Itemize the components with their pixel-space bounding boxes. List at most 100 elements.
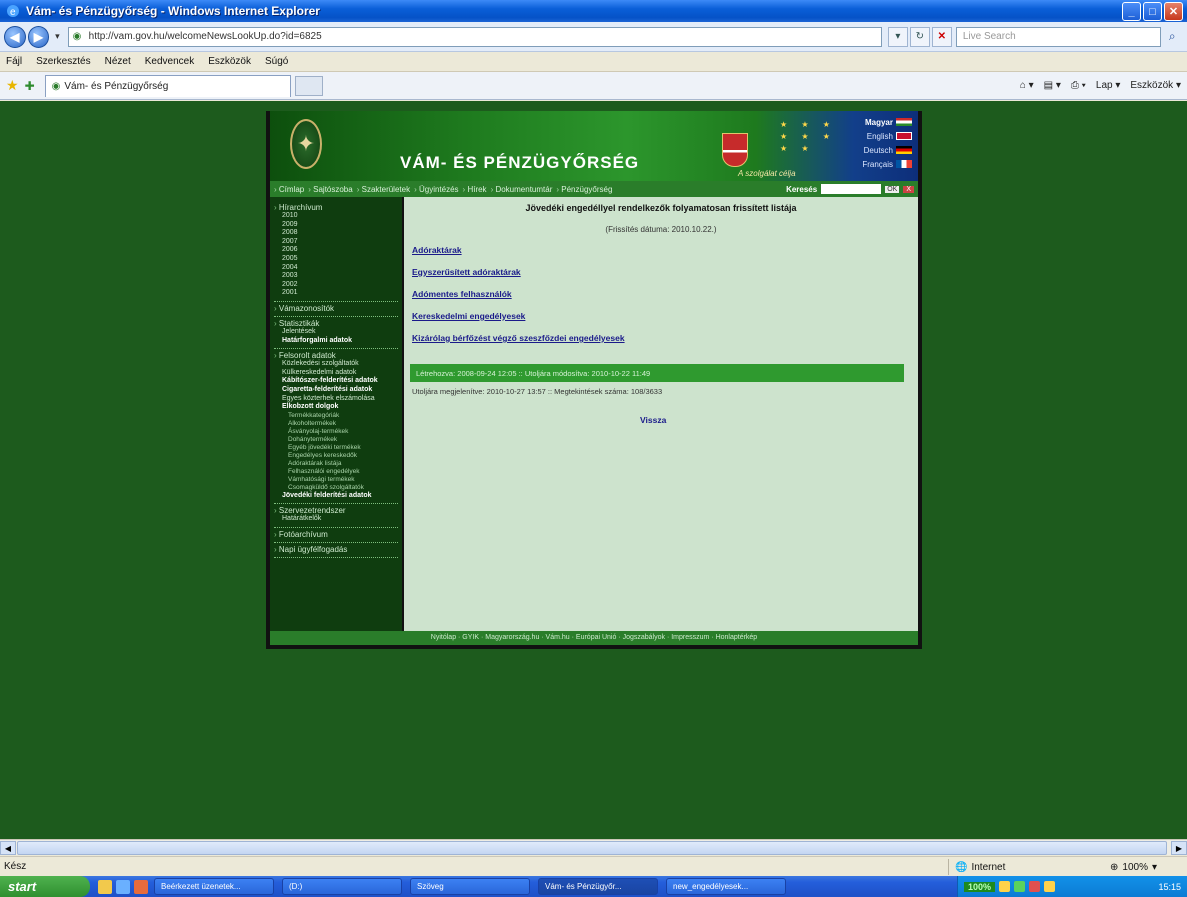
- tab-current[interactable]: ◉ Vám- és Pénzügyőrség: [44, 74, 291, 97]
- search-input[interactable]: Live Search: [955, 26, 1162, 47]
- security-zone[interactable]: 🌐 Internet: [948, 859, 1058, 875]
- link-distillery-licensees[interactable]: Kizárólag bérfőzést végző szeszfőzdei en…: [412, 333, 625, 343]
- page-menu[interactable]: Lap ▾: [1096, 80, 1121, 91]
- zoom-control[interactable]: ⊕ 100% ▾: [1110, 859, 1157, 875]
- tray-antivirus-icon[interactable]: [1014, 881, 1026, 892]
- horizontal-scrollbar[interactable]: ◀ ▶: [0, 839, 1187, 855]
- tray-alert-icon[interactable]: [1029, 881, 1041, 892]
- sidebar-lists-item[interactable]: Egyes közterhek elszámolása: [274, 395, 398, 404]
- taskbar-item[interactable]: Beérkezett üzenetek...: [154, 878, 274, 895]
- back-link[interactable]: Vissza: [640, 415, 666, 425]
- scroll-thumb[interactable]: [17, 841, 1167, 855]
- tray-network-icon[interactable]: [999, 881, 1011, 892]
- menu-edit[interactable]: Szerkesztés: [36, 56, 90, 67]
- sidebar-lists-item[interactable]: Közlekedési szolgáltatók: [274, 360, 398, 369]
- sidebar-year[interactable]: 2003: [274, 272, 398, 281]
- sidebar-sub-item[interactable]: Egyéb jövedéki termékek: [274, 444, 398, 452]
- sidebar-org-item[interactable]: Határátkelők: [274, 515, 398, 524]
- nav-admin[interactable]: Ügyintézés: [414, 185, 459, 194]
- menu-help[interactable]: Súgó: [265, 56, 288, 67]
- emblem-logo[interactable]: ✦: [290, 119, 322, 169]
- lang-magyar[interactable]: Magyar: [842, 115, 912, 129]
- lang-deutsch[interactable]: Deutsch: [842, 143, 912, 157]
- sidebar-contact-head[interactable]: Napi ügyfélfogadás: [274, 545, 398, 554]
- sidebar-excise-active[interactable]: Jövedéki felderítési adatok: [274, 492, 398, 501]
- minimize-button[interactable]: _: [1122, 2, 1141, 21]
- lang-francais[interactable]: Français: [842, 157, 912, 171]
- sidebar-stats-head[interactable]: Statisztikák: [274, 319, 398, 328]
- taskbar-item-active[interactable]: Vám- és Pénzügyőr...: [538, 878, 658, 895]
- feeds-icon[interactable]: ▤ ▾: [1044, 80, 1061, 91]
- sidebar-year[interactable]: 2001: [274, 289, 398, 298]
- scroll-right-icon[interactable]: ▶: [1171, 841, 1187, 855]
- nav-home[interactable]: Címlap: [274, 185, 304, 194]
- sidebar-org-head[interactable]: Szervezetrendszer: [274, 506, 398, 515]
- sidebar-press-head[interactable]: Fotóarchívum: [274, 530, 398, 539]
- sidebar-lists-item[interactable]: Cigaretta-felderítési adatok: [274, 386, 398, 395]
- scroll-left-icon[interactable]: ◀: [0, 841, 16, 855]
- taskbar-item[interactable]: Szöveg: [410, 878, 530, 895]
- sidebar-year[interactable]: 2002: [274, 281, 398, 290]
- new-tab-button[interactable]: [294, 75, 323, 96]
- sidebar-stats-item[interactable]: Határforgalmi adatok: [274, 337, 398, 346]
- nav-areas[interactable]: Szakterületek: [357, 185, 410, 194]
- home-icon[interactable]: ⌂ ▾: [1020, 80, 1034, 91]
- sidebar-year[interactable]: 2006: [274, 246, 398, 255]
- tools-menu[interactable]: Eszközök ▾: [1130, 80, 1181, 91]
- sidebar-archive-head[interactable]: Hírarchívum: [274, 203, 398, 212]
- nav-news[interactable]: Hírek: [463, 185, 486, 194]
- tray-clock[interactable]: 15:15: [1158, 882, 1181, 892]
- quicklaunch-ie-icon[interactable]: [116, 879, 130, 894]
- sidebar-sub-item[interactable]: Ásványolaj-termékek: [274, 428, 398, 436]
- sidebar-stats-item[interactable]: Jelentések: [274, 328, 398, 337]
- maximize-button[interactable]: □: [1143, 2, 1162, 21]
- sidebar-sub-item[interactable]: Termékkategóriák: [274, 412, 398, 420]
- sidebar-year[interactable]: 2005: [274, 255, 398, 264]
- sidebar-sub-item[interactable]: Alkoholtermékek: [274, 420, 398, 428]
- nav-press[interactable]: Sajtószoba: [308, 185, 353, 194]
- sidebar-identifiers-head[interactable]: Vámazonosítók: [274, 304, 398, 313]
- refresh-button[interactable]: ↻: [909, 26, 930, 47]
- sidebar-sub-item[interactable]: Felhasználói engedélyek: [274, 468, 398, 476]
- menu-view[interactable]: Nézet: [105, 56, 131, 67]
- sidebar-year[interactable]: 2007: [274, 238, 398, 247]
- favorites-star-icon[interactable]: ★: [6, 77, 19, 94]
- sidebar-year[interactable]: 2010: [274, 212, 398, 221]
- link-simplified-tax-warehouses[interactable]: Egyszerűsített adóraktárak: [412, 267, 521, 277]
- sidebar-year[interactable]: 2008: [274, 229, 398, 238]
- quicklaunch-desktop-icon[interactable]: [98, 879, 112, 894]
- history-dropdown-icon[interactable]: ▾: [55, 31, 60, 42]
- close-button[interactable]: ✕: [1164, 2, 1183, 21]
- site-search-input[interactable]: [821, 184, 882, 194]
- sidebar-sub-item[interactable]: Dohánytermékek: [274, 436, 398, 444]
- sidebar-lists-item[interactable]: Kábítószer-felderítési adatok: [274, 377, 398, 386]
- address-dropdown-button[interactable]: ▾: [887, 26, 908, 47]
- lang-english[interactable]: English: [842, 129, 912, 143]
- sidebar-lists-item[interactable]: Külkereskedelmi adatok: [274, 369, 398, 378]
- search-icon[interactable]: ⌕: [1161, 27, 1183, 47]
- back-button[interactable]: ◀: [4, 25, 26, 48]
- quicklaunch-media-icon[interactable]: [134, 879, 148, 894]
- site-search-clear-button[interactable]: X: [903, 185, 914, 193]
- link-tax-warehouses[interactable]: Adóraktárak: [412, 245, 462, 255]
- add-favorite-icon[interactable]: ✚: [25, 79, 35, 93]
- site-search-ok-button[interactable]: OK: [885, 185, 900, 193]
- tray-volume-icon[interactable]: [1044, 881, 1056, 892]
- nav-documents[interactable]: Dokumentumtár: [491, 185, 552, 194]
- sidebar-year[interactable]: 2004: [274, 264, 398, 273]
- sidebar-year[interactable]: 2009: [274, 221, 398, 230]
- menu-favorites[interactable]: Kedvencek: [145, 56, 194, 67]
- sidebar-lists-item[interactable]: Elkobzott dolgok: [274, 403, 398, 412]
- sidebar-sub-item[interactable]: Adóraktárak listája: [274, 460, 398, 468]
- print-icon[interactable]: ⎙ ▾: [1071, 80, 1086, 91]
- link-tax-exempt-users[interactable]: Adómentes felhasználók: [412, 289, 512, 299]
- sidebar-sub-item[interactable]: Csomagküldő szolgáltatók: [274, 484, 398, 492]
- sidebar-sub-item[interactable]: Engedélyes kereskedők: [274, 452, 398, 460]
- sidebar-sub-item[interactable]: Vámhatósági termékek: [274, 476, 398, 484]
- taskbar-item[interactable]: (D:): [282, 878, 402, 895]
- taskbar-item[interactable]: new_engedélyesek...: [666, 878, 786, 895]
- sidebar-lists-head[interactable]: Felsorolt adatok: [274, 351, 398, 360]
- start-button[interactable]: start: [0, 876, 90, 897]
- menu-file[interactable]: Fájl: [6, 56, 22, 67]
- forward-button[interactable]: ▶: [27, 25, 50, 48]
